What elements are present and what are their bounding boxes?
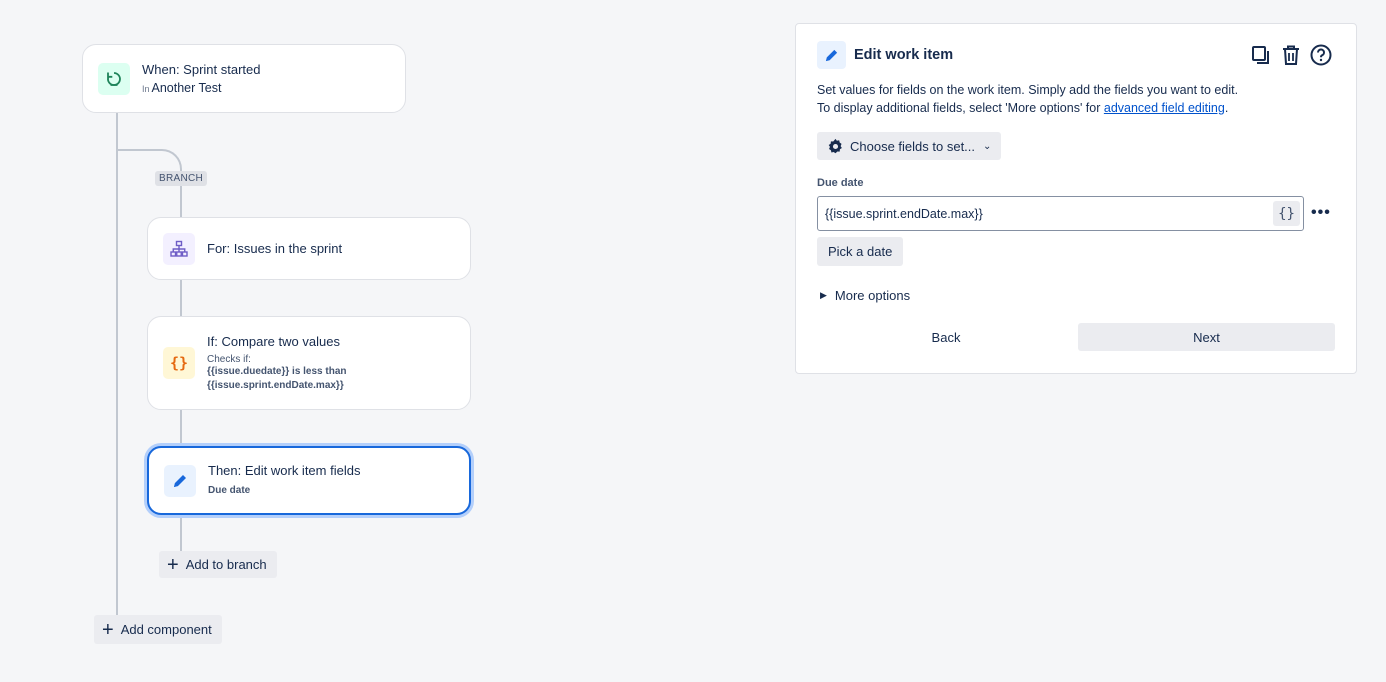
advanced-field-editing-link[interactable]: advanced field editing [1104,101,1225,115]
trigger-title: When: Sprint started [142,62,261,77]
trigger-project: Another Test [151,81,222,95]
more-actions-icon[interactable]: ••• [1311,204,1331,222]
help-icon[interactable] [1310,44,1332,66]
then-card[interactable]: Then: Edit work item fields Due date [147,446,471,515]
if-condition-line2: {{issue.sprint.endDate.max}} [207,379,344,391]
pick-date-button[interactable]: Pick a date [817,237,904,266]
pencil-icon [817,41,846,69]
curly-braces-icon: {} [163,347,195,379]
due-date-input[interactable]: {{issue.sprint.endDate.max}} {} [817,196,1304,231]
due-date-label: Due date [817,177,864,189]
chevron-down-icon: ⌄ [983,140,992,152]
add-component-button[interactable]: + Add component [94,615,222,644]
chevron-right-icon: ▶ [820,290,827,300]
trigger-card[interactable]: When: Sprint started In Another Test [82,44,406,113]
panel-description: Set values for fields on the work item. … [817,81,1238,117]
more-options-toggle[interactable]: ▶ More options [820,288,910,303]
gear-icon [827,138,844,155]
add-to-branch-button[interactable]: + Add to branch [159,551,277,578]
trigger-in-label: In [142,84,150,94]
for-card-title: For: Issues in the sprint [207,241,343,256]
delete-icon[interactable] [1280,44,1302,66]
for-card[interactable]: For: Issues in the sprint [147,217,471,280]
then-card-subtitle: Due date [208,485,251,496]
pencil-icon [164,464,196,497]
plus-icon: + [167,553,179,576]
branch-hierarchy-icon [163,232,195,265]
if-condition-line1: {{issue.duedate}} is less than [207,365,347,377]
more-options-label: More options [834,288,911,303]
add-to-branch-label: Add to branch [185,557,267,572]
choose-fields-button[interactable]: Choose fields to set... ⌄ [817,132,1002,160]
duplicate-icon[interactable] [1250,44,1272,66]
if-card-title: If: Compare two values [207,333,340,349]
desc-line2-suffix: . [1224,101,1229,115]
if-card[interactable]: {} If: Compare two values Checks if: {{i… [147,316,471,410]
panel-title: Edit work item [854,47,954,63]
sprint-trigger-icon [98,62,130,95]
choose-fields-label: Choose fields to set... [850,138,976,154]
smart-value-button[interactable]: {} [1273,201,1300,226]
desc-line1: Set values for fields on the work item. … [817,83,1239,97]
if-checks-label: Checks if: [207,353,251,365]
desc-line2-prefix: To display additional fields, select 'Mo… [817,101,1104,115]
branch-tag: BRANCH [155,171,208,186]
next-button[interactable]: Next [1078,323,1335,351]
then-card-title: Then: Edit work item fields [208,463,361,478]
plus-icon: + [102,618,114,641]
add-component-label: Add component [120,622,212,637]
due-date-value: {{issue.sprint.endDate.max}} [825,206,983,221]
edit-work-item-panel: Edit work item Set values for fields on … [795,23,1357,374]
back-button[interactable]: Back [817,323,1075,351]
